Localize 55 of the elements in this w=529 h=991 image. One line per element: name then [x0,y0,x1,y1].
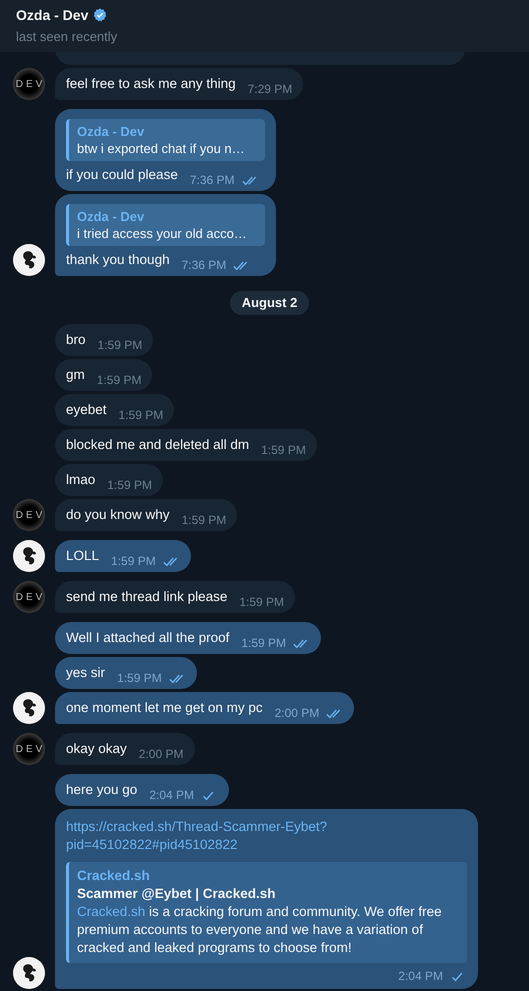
message-text: one moment let me get on my pc [66,699,263,717]
message-text: feel free to ask me any thing [66,75,236,93]
message-text: here you go [66,781,138,799]
message-text: LOLL [66,547,100,565]
message-text: lmao [66,471,96,489]
avatar[interactable]: DEV [13,733,45,765]
message-time: 1:59 PM [261,443,306,457]
preview-title: Scammer @Eybet | Cracked.sh [77,885,277,903]
message-text: blocked me and deleted all dm [66,436,250,454]
avatar-icon[interactable] [13,692,45,724]
avatar[interactable]: DEV [13,68,45,100]
message-time: 2:04 PM [149,788,194,802]
avatar-icon[interactable] [13,957,45,989]
message-time: 7:36 PM [190,173,235,187]
message-text: do you know why [66,506,170,524]
message-time: 1:59 PM [111,554,156,568]
message-text: yes sir [66,664,106,682]
link-preview[interactable]: Cracked.sh Scammer @Eybet | Cracked.sh Cracked.sh is a cracking forum and community. We offer free premium accounts to everyone and we have a variation of cracked and leaked programs to choose from! [66,862,467,963]
message-text: if you could please [66,166,178,184]
message-text: Well I attached all the proof [66,629,230,647]
message-time: 1:59 PM [117,671,162,685]
message-time: 1:59 PM [241,636,286,650]
message-time: 1:59 PM [107,478,152,492]
avatar-icon[interactable] [13,244,45,276]
preview-site: Cracked.sh [77,867,151,885]
message-time: 2:00 PM [274,706,320,720]
message-text: bro [66,331,86,349]
message-time: 1:59 PM [239,595,284,609]
avatar[interactable]: DEV [13,499,45,531]
reply-author: Ozda - Dev [77,123,146,140]
reply-text: i tried access your old acco… [77,225,248,242]
last-seen-status: last seen recently [16,28,118,46]
date-separator: August 2 [230,291,310,315]
message-text: send me thread link please [66,588,228,606]
reply-quote[interactable]: Ozda - Dev btw i exported chat if you n… [66,119,265,161]
reply-author: Ozda - Dev [77,208,146,225]
message-time: 2:04 PM [398,969,443,983]
message-text: thank you though [66,251,170,269]
avatar[interactable]: DEV [13,581,45,613]
message-text: okay okay [66,740,127,758]
message-time: 1:59 PM [96,373,142,387]
message-text: gm [66,366,85,384]
message-time: 1:59 PM [118,408,164,422]
message-time: 1:59 PM [182,513,226,527]
preview-description: Cracked.sh is a cracking forum and community. We offer free premium accounts to everyone and we have a variation of cracked and leaked programs to choose from! [77,903,443,957]
chat-title[interactable]: Ozda - Dev [16,5,88,25]
reply-text: btw i exported chat if you n… [77,140,246,157]
message-text: eyebet [66,401,107,419]
message-time: 2:00 PM [138,747,184,761]
avatar-icon[interactable] [13,540,45,572]
message-time: 7:29 PM [248,82,292,96]
reply-quote[interactable]: Ozda - Dev i tried access your old acco… [66,204,265,246]
message-time: 7:36 PM [182,258,226,272]
message-time: 1:59 PM [98,338,142,352]
message-link[interactable]: https://cracked.sh/Thread-Scammer-Eybet?pid=45102822#pid45102822 [66,818,467,854]
